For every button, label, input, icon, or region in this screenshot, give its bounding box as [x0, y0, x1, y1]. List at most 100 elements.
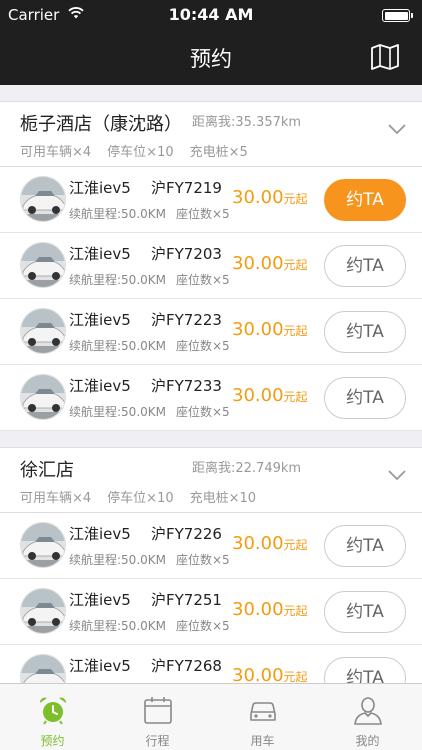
- license-plate: 沪FY7203: [151, 245, 222, 263]
- license-plate: 沪FY7226: [151, 525, 222, 543]
- price-unit: 元起: [283, 538, 308, 552]
- license-plate: 沪FY7268: [151, 657, 222, 675]
- calendar-icon: [144, 697, 172, 724]
- car-row[interactable]: 江淮iev5 沪FY7223 续航里程:50.0KM 座位数×5 30.00元起 约TA: [0, 299, 422, 365]
- tab-label: 我的: [355, 734, 380, 748]
- tab-profile[interactable]: 我的: [315, 684, 420, 750]
- tab-trips[interactable]: 行程: [105, 684, 210, 750]
- book-button[interactable]: 约TA: [324, 591, 406, 633]
- chevron-down-icon[interactable]: [388, 470, 406, 481]
- price-label: 30.00元起: [232, 385, 308, 406]
- book-button[interactable]: 约TA: [324, 311, 406, 353]
- price-label: 30.00元起: [232, 665, 308, 683]
- price-label: 30.00元起: [232, 187, 308, 208]
- tab-bar: 预约 行程 用车 我的: [0, 683, 422, 750]
- book-button[interactable]: 约TA: [324, 377, 406, 419]
- charging-piles: 充电桩×5: [189, 145, 248, 160]
- car-icon: [250, 702, 276, 721]
- price-label: 30.00元起: [232, 253, 308, 274]
- price-value: 30.00: [232, 253, 284, 274]
- car-model: 江淮iev5: [69, 377, 131, 395]
- car-thumbnail: [20, 588, 66, 634]
- car-row[interactable]: 江淮iev5 沪FY7226 续航里程:50.0KM 座位数×5 30.00元起 约TA: [0, 513, 422, 579]
- price-label: 30.00元起: [232, 319, 308, 340]
- seats-label: 座位数×5: [176, 619, 230, 633]
- seats-label: 座位数×5: [176, 553, 230, 567]
- car-model: 江淮iev5: [69, 525, 131, 543]
- clock: 10:44 AM: [168, 5, 254, 24]
- license-plate: 沪FY7233: [151, 377, 222, 395]
- tab-reserve[interactable]: 预约: [0, 684, 105, 750]
- tab-use-car[interactable]: 用车: [210, 684, 315, 750]
- book-button[interactable]: 约TA: [324, 179, 406, 221]
- book-button[interactable]: 约TA: [324, 657, 406, 683]
- status-bar: Carrier 10:44 AM: [0, 0, 422, 30]
- range-label: 续航里程:50.0KM: [69, 553, 166, 567]
- book-button[interactable]: 约TA: [324, 525, 406, 567]
- price-unit: 元起: [283, 258, 308, 272]
- seats-label: 座位数×5: [176, 207, 230, 221]
- car-thumbnail: [20, 242, 66, 288]
- price-label: 30.00元起: [232, 533, 308, 554]
- price-label: 30.00元起: [232, 599, 308, 620]
- price-unit: 元起: [283, 324, 308, 338]
- car-thumbnail: [20, 374, 66, 420]
- car-model: 江淮iev5: [69, 311, 131, 329]
- car-thumbnail: [20, 522, 66, 568]
- store-stats: 可用车辆×4 停车位×10 充电桩×10: [20, 487, 272, 506]
- parking-spaces: 停车位×10: [107, 491, 174, 506]
- price-unit: 元起: [283, 390, 308, 404]
- car-row[interactable]: 江淮iev5 沪FY7203 续航里程:50.0KM 座位数×5 30.00元起 约TA: [0, 233, 422, 299]
- store-distance: 距离我:35.357km: [192, 115, 302, 130]
- store-stats: 可用车辆×4 停车位×10 充电桩×5: [20, 141, 264, 160]
- store-distance: 距离我:22.749km: [192, 461, 302, 476]
- price-value: 30.00: [232, 533, 284, 554]
- car-model: 江淮iev5: [69, 591, 131, 609]
- tab-label: 行程: [145, 734, 170, 748]
- car-thumbnail: [20, 654, 66, 683]
- car-row[interactable]: 江淮iev5沪FY7268续航里程:50.0KM座位数×530.00元起约TA: [0, 645, 422, 683]
- nav-bar: 预约: [0, 30, 422, 85]
- seats-label: 座位数×5: [176, 405, 230, 419]
- price-value: 30.00: [232, 319, 284, 340]
- page-title: 预约: [190, 47, 232, 71]
- store-name: 栀子酒店（康沈路）: [20, 114, 182, 135]
- car-row[interactable]: 江淮iev5 沪FY7219 续航里程:50.0KM 座位数×5 30.00元起 约TA: [0, 167, 422, 233]
- range-label: 续航里程:50.0KM: [69, 207, 166, 221]
- tab-label: 预约: [40, 734, 65, 748]
- car-row[interactable]: 江淮iev5 沪FY7251 续航里程:50.0KM 座位数×5 30.00元起 约TA: [0, 579, 422, 645]
- car-model: 江淮iev5: [69, 179, 131, 197]
- car-row[interactable]: 江淮iev5 沪FY7233 续航里程:50.0KM 座位数×5 30.00元起 约TA: [0, 365, 422, 431]
- price-unit: 元起: [283, 670, 308, 683]
- price-value: 30.00: [232, 385, 284, 406]
- range-label: 续航里程:50.0KM: [69, 339, 166, 353]
- car-thumbnail: [20, 308, 66, 354]
- chevron-down-icon[interactable]: [388, 124, 406, 135]
- map-icon[interactable]: [370, 44, 400, 70]
- range-label: 续航里程:50.0KM: [69, 405, 166, 419]
- charging-piles: 充电桩×10: [189, 491, 257, 506]
- seats-label: 座位数×5: [176, 273, 230, 287]
- available-vehicles: 可用车辆×4: [20, 491, 92, 506]
- parking-spaces: 停车位×10: [107, 145, 174, 160]
- store-list[interactable]: 栀子酒店（康沈路） 距离我:35.357km 可用车辆×4 停车位×10 充电桩×5 江淮…: [0, 85, 422, 683]
- store-header[interactable]: 栀子酒店（康沈路） 距离我:35.357km 可用车辆×4 停车位×10 充电桩×5: [0, 101, 422, 167]
- store-name: 徐汇店: [20, 460, 74, 481]
- range-label: 续航里程:50.0KM: [69, 273, 166, 287]
- license-plate: 沪FY7251: [151, 591, 222, 609]
- book-button[interactable]: 约TA: [324, 245, 406, 287]
- price-value: 30.00: [232, 187, 284, 208]
- price-value: 30.00: [232, 599, 284, 620]
- available-vehicles: 可用车辆×4: [20, 145, 92, 160]
- price-value: 30.00: [232, 665, 284, 683]
- seats-label: 座位数×5: [176, 339, 230, 353]
- store-header[interactable]: 徐汇店 距离我:22.749km 可用车辆×4 停车位×10 充电桩×10: [0, 447, 422, 513]
- car-model: 江淮iev5: [69, 245, 131, 263]
- tab-label: 用车: [250, 734, 275, 748]
- license-plate: 沪FY7223: [151, 311, 222, 329]
- car-model: 江淮iev5: [69, 657, 131, 675]
- battery-icon: [382, 9, 413, 22]
- range-label: 续航里程:50.0KM: [69, 619, 166, 633]
- price-unit: 元起: [283, 604, 308, 618]
- car-thumbnail: [20, 176, 66, 222]
